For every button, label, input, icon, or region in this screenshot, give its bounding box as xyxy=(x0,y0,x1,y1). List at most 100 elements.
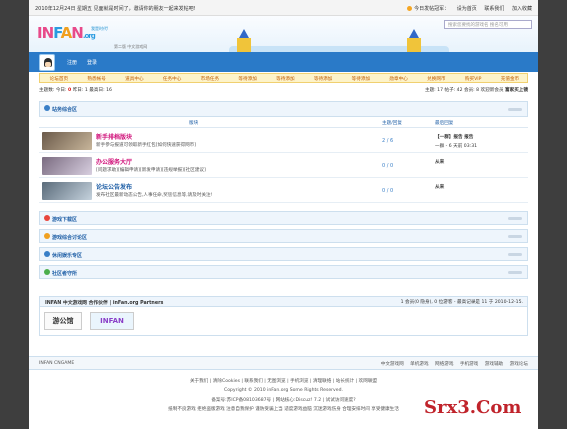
col-forum: 版块 xyxy=(189,121,199,126)
site-logo[interactable]: INFAN.org xyxy=(37,24,96,42)
board-stats: 主题数: 今日: 0 昨日: 1 最高日: 16 主题: 17 帖子: 42 会… xyxy=(39,87,528,95)
collapse-icon[interactable] xyxy=(508,108,522,111)
menu-item[interactable]: 熟悉帐号 xyxy=(87,76,105,82)
menu-item[interactable]: 等待添加 xyxy=(352,76,370,82)
footer-link[interactable]: 游戏论坛 xyxy=(510,362,528,367)
search-input[interactable]: 搜索您要找的游戏名 搜名可用 xyxy=(444,20,532,29)
footer-link[interactable]: 中文游戏网 xyxy=(381,362,404,367)
castle-roof-right xyxy=(409,29,419,38)
copyright-text: Copyright © 2010 inFan.org Some Rights R… xyxy=(224,388,343,393)
login-link[interactable]: 登录 xyxy=(87,59,97,66)
forum-thumbnail[interactable] xyxy=(42,182,92,200)
footer-link[interactable]: 游戏辅助 xyxy=(485,362,503,367)
top-links: 今日发帖冠军： 设为首页 联系我们 加入收藏 xyxy=(401,5,532,12)
forum-description: [问题求助][编辑申请][新发申请][违规举报][社区建议] xyxy=(96,168,206,173)
logo-slogan: 我是时代! xyxy=(91,26,109,31)
header-banner: INFAN.org 我是时代! 第二版 中文游戏网 搜索您要找的游戏名 搜名可用 xyxy=(29,16,538,52)
menu-item[interactable]: 勋章中心 xyxy=(389,76,407,82)
collapse-icon[interactable] xyxy=(508,217,522,220)
menu-item[interactable]: 道具中心 xyxy=(125,76,143,82)
forum-post-count: 2 / 6 xyxy=(382,138,394,144)
forum-post-count: 0 / 0 xyxy=(382,188,394,194)
section-header-main[interactable]: 站务综合区 xyxy=(39,101,528,117)
collapse-icon[interactable] xyxy=(508,235,522,238)
friends-panel: INFAN 中文游戏网 合作伙伴 | inFan.org Partners 1 … xyxy=(39,296,528,336)
last-reply-title[interactable]: 【一群】报告 报告 xyxy=(435,133,477,142)
partner-link-1[interactable]: 游公馆 xyxy=(44,312,82,330)
forum-row[interactable]: 办公服务大厅 [问题求助][编辑申请][新发申请][违规举报][社区建议] 0 / … xyxy=(39,154,528,178)
forum-post-count: 0 / 0 xyxy=(382,163,394,169)
watermark: Srx3.Com xyxy=(424,397,522,418)
register-link[interactable]: 注册 xyxy=(67,59,77,66)
menu-item[interactable]: 等待添加 xyxy=(314,76,332,82)
castle-right-decoration xyxy=(407,38,421,52)
col-last: 最后回复 xyxy=(435,121,454,126)
menu-item[interactable]: 等待添加 xyxy=(276,76,294,82)
newest-member-link[interactable]: 富家买上镜 xyxy=(505,88,528,93)
stats-rest: 昨日: 1 最高日: 16 xyxy=(72,88,112,93)
last-reply-title[interactable]: 从来 xyxy=(435,183,444,192)
menu-item[interactable]: 兑换网币 xyxy=(427,76,445,82)
top-link-homepage[interactable]: 设为首页 xyxy=(457,6,477,12)
section-title: 站务综合区 xyxy=(52,107,78,113)
section-header[interactable]: 游戏综合讨论区 xyxy=(39,229,528,243)
section-icon xyxy=(44,105,50,111)
collapse-icon[interactable] xyxy=(508,253,522,256)
forum-name[interactable]: 办公服务大厅 xyxy=(96,157,132,166)
top-bar: 2010年12月24日 星期五 见面就是时间了，邀请你的朋友一起来发帖吧! 今日… xyxy=(29,0,538,16)
footer-link[interactable]: 网络游戏 xyxy=(435,362,453,367)
section-title: 游戏综合讨论区 xyxy=(52,235,88,241)
forum-description: 发布社区最新动态公告,人事任命,奖惩信息等,请及时关注! xyxy=(96,193,213,198)
forum-column-header: 版块 主题/回复 最后回复 xyxy=(39,118,528,128)
last-reply-title[interactable]: 从来 xyxy=(435,158,444,167)
menu-item[interactable]: 市场任务 xyxy=(201,76,219,82)
menu-item[interactable]: 购买VIP xyxy=(465,76,481,82)
forum-thumbnail[interactable] xyxy=(42,132,92,150)
main-nav-bar xyxy=(29,52,538,72)
stats-totals: 主题: 17 帖子: 42 会员: 8 欢迎新会员 xyxy=(424,88,504,93)
sun-icon xyxy=(407,6,413,11)
footer-link[interactable]: 手机游戏 xyxy=(460,362,478,367)
castle-left-decoration xyxy=(237,38,251,52)
menu-item[interactable]: 等待添加 xyxy=(238,76,256,82)
col-posts: 主题/回复 xyxy=(382,121,402,126)
castle-roof-left xyxy=(239,29,249,38)
footer-brand: INFAN CNGAME xyxy=(39,361,75,366)
feature-menu: 论坛首页 熟悉帐号 道具中心 任务中心 市场任务 等待添加 等待添加 等待添加 … xyxy=(39,73,528,83)
forum-name[interactable]: 论坛公告发布 xyxy=(96,182,132,191)
user-avatar[interactable] xyxy=(39,54,55,71)
forum-row[interactable]: 新手排档版块新手参与报道可领取新手红包[如何快速获得网币] 2 / 6 【一群】报告… xyxy=(39,129,528,153)
forum-last-reply: 从来 xyxy=(435,158,444,167)
footer-links[interactable]: 关于我们 | 清除Cookies | 联系我们 | 无图浏览 | 手机浏览 | … xyxy=(29,378,538,384)
top-link-contact[interactable]: 联系我们 xyxy=(484,6,504,12)
top-link-champion[interactable]: 今日发帖冠军： xyxy=(414,6,449,12)
forum-description: 新手参与报道可领取新手红包[如何快速获得网币] xyxy=(96,143,197,148)
forum-row[interactable]: 论坛公告发布发布社区最新动态公告,人事任命,奖惩信息等,请及时关注! 0 / 0 从… xyxy=(39,179,528,203)
last-reply-info: 一群 - 6 天前 03:31 xyxy=(435,144,478,149)
section-header[interactable]: 休闲娱乐专区 xyxy=(39,247,528,261)
forum-name[interactable]: 新手排档版块 xyxy=(96,132,132,141)
date-announcement: 2010年12月24日 星期五 见面就是时间了，邀请你的朋友一起来发帖吧! xyxy=(35,6,196,12)
section-header[interactable]: 社区者守所 xyxy=(39,265,528,279)
section-header[interactable]: 游戏下载区 xyxy=(39,211,528,225)
top-link-favorite[interactable]: 加入收藏 xyxy=(512,6,532,12)
forum-last-reply: 【一群】报告 报告一群 - 6 天前 03:31 xyxy=(435,133,477,151)
section-icon xyxy=(44,251,50,257)
forum-thumbnail[interactable] xyxy=(42,157,92,175)
menu-item[interactable]: 任务中心 xyxy=(163,76,181,82)
section-icon xyxy=(44,215,50,221)
menu-item[interactable]: 充值金币 xyxy=(501,76,519,82)
section-icon xyxy=(44,233,50,239)
stats-today-label: 今日: xyxy=(55,88,67,93)
footer-bar: INFAN CNGAME 中文游戏网 单机游戏 网络游戏 手机游戏 游戏辅助 游… xyxy=(29,356,538,370)
menu-item[interactable]: 论坛首页 xyxy=(50,76,68,82)
footer-link[interactable]: 单机游戏 xyxy=(410,362,428,367)
forum-last-reply: 从来 xyxy=(435,183,444,192)
friends-title: INFAN 中文游戏网 合作伙伴 | inFan.org Partners xyxy=(45,301,164,306)
stats-label: 主题数: xyxy=(39,88,55,93)
online-stats: 1 会员(0 隐身), 0 位游客 - 最高记录是 11 于 2010-12-1… xyxy=(400,300,523,305)
site-subtitle: 第二版 中文游戏网 xyxy=(114,44,148,49)
collapse-icon[interactable] xyxy=(508,271,522,274)
partner-link-2[interactable]: INFAN xyxy=(90,312,134,330)
section-icon xyxy=(44,269,50,275)
